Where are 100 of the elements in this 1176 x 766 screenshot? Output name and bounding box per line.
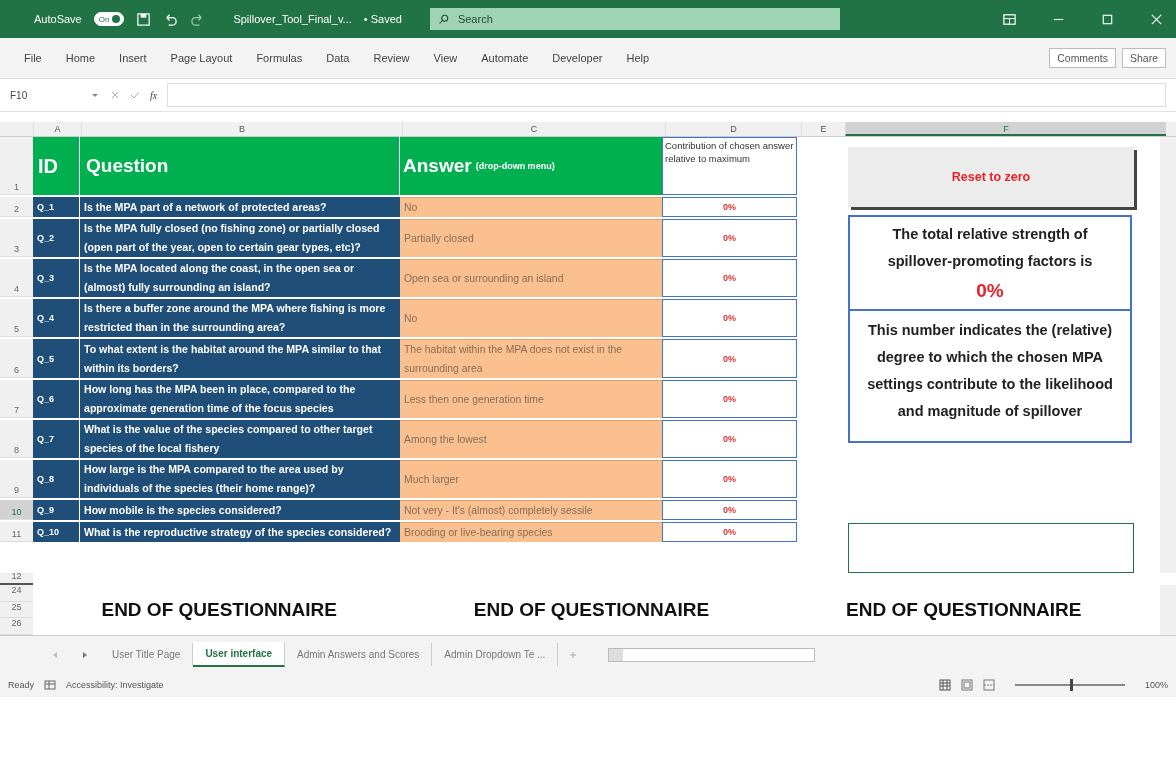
dropdown-cell[interactable]: Open sea or surrounding an island <box>400 259 662 297</box>
cancel-icon[interactable] <box>110 90 120 100</box>
row-number[interactable]: 24 <box>0 585 33 602</box>
dropdown-cell[interactable]: No <box>400 299 662 337</box>
vertical-scrollbar[interactable] <box>1160 585 1176 635</box>
table-cell: Q_3 <box>33 259 80 297</box>
menu-item[interactable]: Page Layout <box>170 52 233 64</box>
table-cell: To what extent is the habitat around the MPA similar to that within its borders? <box>80 339 400 378</box>
saved-status[interactable]: • Saved <box>363 13 402 25</box>
menu-item[interactable]: Automate <box>481 52 529 64</box>
menu-item[interactable]: Formulas <box>256 52 303 64</box>
table-cell: Q_1 <box>33 197 80 217</box>
menu-item[interactable]: Developer <box>552 52 603 64</box>
table-cell: Q_6 <box>33 380 80 418</box>
row-number[interactable]: 4 <box>0 259 33 297</box>
table-cell: What is the value of the species compared to other target species of the local fishery <box>80 420 400 458</box>
status-text: Ready <box>8 680 34 690</box>
table-cell: Q_2 <box>33 219 80 257</box>
ribbon-display-icon[interactable] <box>1002 11 1017 27</box>
menu-item[interactable]: Review <box>373 52 410 64</box>
page-layout-icon[interactable] <box>960 679 973 691</box>
column-header[interactable]: D <box>665 122 801 136</box>
row-number[interactable]: 10 <box>0 500 33 520</box>
dropdown-cell[interactable]: No <box>400 197 662 217</box>
comments-button[interactable]: Comments <box>1049 48 1116 68</box>
normal-view-icon[interactable] <box>938 679 951 691</box>
menu-item[interactable]: Data <box>326 52 350 64</box>
row-number[interactable]: 11 <box>0 522 33 542</box>
table-header: Question <box>80 137 400 195</box>
formula-field[interactable] <box>167 83 1166 107</box>
total-value: 0% <box>976 279 1004 303</box>
dropdown-cell[interactable]: The habitat within the MPA does not exist in the surrounding area <box>400 339 662 378</box>
menu-item[interactable]: Insert <box>119 52 147 64</box>
sheet-tab[interactable]: Admin Dropdown Te ... <box>432 643 559 666</box>
table-cell: 0% <box>662 500 797 520</box>
row-number[interactable]: 7 <box>0 380 33 418</box>
table-header: Contribution of chosen answer relative to maximum <box>662 137 797 195</box>
column-header[interactable]: B <box>81 122 402 136</box>
reset-button[interactable]: Reset to zero <box>848 147 1134 207</box>
menu-item[interactable]: View <box>433 52 458 64</box>
horizontal-scrollbar[interactable] <box>608 647 816 662</box>
table-cell: 0% <box>662 339 797 378</box>
column-header[interactable]: F <box>845 122 1166 136</box>
dropdown-cell[interactable]: Brooding or live-bearing species <box>400 522 662 542</box>
dropdown-cell[interactable]: Not very - It's (almost) completely sessile <box>400 500 662 520</box>
row-number[interactable]: 8 <box>0 420 33 458</box>
row-number[interactable]: 12 <box>0 573 33 585</box>
zoom-level[interactable]: 100% <box>1144 680 1168 690</box>
share-button[interactable]: Share <box>1121 48 1166 68</box>
row-number[interactable]: 2 <box>0 197 33 217</box>
autosave-toggle[interactable]: On <box>93 12 125 26</box>
check-icon[interactable] <box>130 90 140 100</box>
save-icon[interactable] <box>136 11 152 27</box>
row-number[interactable]: 25 <box>0 601 33 619</box>
dropdown-cell[interactable]: Less then one generation time <box>400 380 662 418</box>
end-label: END OF QUESTIONNAIRE <box>101 599 337 621</box>
table-cell: Is there a buffer zone around the MPA where fishing is more restricted than in the surrounding area? <box>80 299 400 337</box>
table-cell: How mobile is the species considered? <box>80 500 400 520</box>
menu-item[interactable]: File <box>24 52 42 64</box>
total-label: The total relative strength of spillover-promoting factors is <box>886 225 1094 271</box>
end-label: END OF QUESTIONNAIRE <box>846 599 1082 621</box>
table-cell: Is the MPA fully closed (no fishing zone) or partially closed (open part of the year, open to certain gear types, etc)? <box>80 219 400 257</box>
table-cell: How long has the MPA been in place, compared to the approximate generation time of the focus species <box>80 380 400 418</box>
table-cell: 0% <box>662 420 797 458</box>
table-cell: How large is the MPA compared to the area used by individuals of the species (their home range)? <box>80 460 400 498</box>
explanation-text: This number indicates the (relative) degree to which the chosen MPA settings contribute to the likelihood and magnitude of spillover <box>866 321 1114 421</box>
add-sheet-icon[interactable] <box>568 649 579 660</box>
sheet-tab[interactable]: User interface <box>193 642 286 667</box>
table-cell: Q_4 <box>33 299 80 337</box>
function-label[interactable]: fx <box>150 89 158 101</box>
table-header: Answer (drop-down menu) <box>400 137 662 195</box>
table-cell: 0% <box>662 460 797 498</box>
dropdown-cell[interactable]: Partially closed <box>400 219 662 257</box>
table-cell: 0% <box>662 197 797 217</box>
sheet-icon[interactable] <box>44 679 56 691</box>
row-number[interactable]: 6 <box>0 339 33 378</box>
page-break-icon[interactable] <box>982 679 995 691</box>
row-number[interactable]: 5 <box>0 299 33 337</box>
table-cell: Is the MPA part of a network of protected areas? <box>80 197 400 217</box>
dropdown-cell[interactable]: Much larger <box>400 460 662 498</box>
table-cell: Q_9 <box>33 500 80 520</box>
dropdown-cell[interactable]: Among the lowest <box>400 420 662 458</box>
name-box[interactable]: F10 <box>10 89 80 101</box>
row-number[interactable]: 9 <box>0 460 33 498</box>
table-cell: 0% <box>662 219 797 257</box>
table-header: ID <box>33 137 80 195</box>
sheet-tab[interactable]: Admin Answers and Scores <box>285 643 433 666</box>
menu-item[interactable]: Home <box>65 52 96 64</box>
accessibility-status[interactable]: Accessibility: Investigate <box>66 680 164 690</box>
menu-item[interactable]: Help <box>626 52 650 64</box>
table-cell: 0% <box>662 259 797 297</box>
table-cell: Is the MPA located along the coast, in the open sea or (almost) fully surrounding an island? <box>80 259 400 297</box>
column-header[interactable]: A <box>33 122 81 136</box>
file-name[interactable]: Spillover_Tool_Final_v... <box>233 13 352 25</box>
row-number[interactable]: 3 <box>0 219 33 257</box>
table-cell: 0% <box>662 522 797 542</box>
row-number[interactable]: 1 <box>0 137 33 195</box>
column-header[interactable]: C <box>402 122 665 136</box>
search-field[interactable]: Search <box>429 8 840 30</box>
table-cell: Q_5 <box>33 339 80 378</box>
